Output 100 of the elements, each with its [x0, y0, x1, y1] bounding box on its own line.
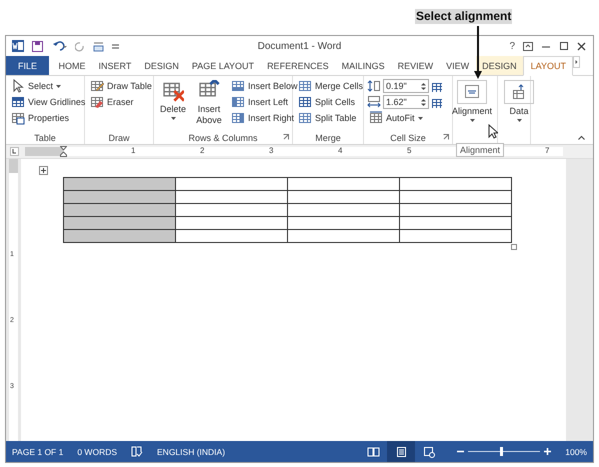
eraser-icon: [90, 95, 104, 109]
ruler-number: 3: [269, 146, 274, 155]
table-cell[interactable]: [64, 190, 176, 204]
close-icon: [577, 42, 587, 50]
window-title: Document1 - Word: [258, 40, 342, 52]
table-x-icon: [162, 80, 184, 102]
ribbon-tab[interactable]: DESIGN: [476, 56, 524, 75]
ribbon-tab[interactable]: PAGE LAYOUT: [185, 56, 261, 75]
ribbon-tab[interactable]: REFERENCES: [260, 56, 336, 75]
ribbon-button[interactable]: AutoFit: [367, 110, 449, 126]
plus-icon: [544, 448, 552, 455]
group-label: Draw: [108, 132, 130, 142]
ruler-number: 2: [200, 146, 204, 155]
view-button[interactable]: [387, 441, 416, 462]
read-mode-icon: [366, 446, 380, 458]
ribbon-tab[interactable]: DESIGN: [138, 56, 186, 75]
minus-icon: [457, 448, 464, 455]
split-cells-icon: [298, 95, 312, 109]
table-move-handle-icon: [39, 166, 48, 175]
mouse-pointer-icon: [488, 124, 498, 139]
ribbon-tab[interactable]: VIEW: [440, 56, 476, 75]
zoom-slider-thumb[interactable]: [500, 447, 503, 456]
table-cell[interactable]: [64, 178, 176, 190]
insert-left-icon: [231, 95, 246, 109]
ribbon-tab[interactable]: HOME: [52, 56, 92, 75]
ruler-number: 4: [338, 146, 342, 155]
distribute-columns-icon: [431, 96, 442, 108]
table-cell[interactable]: [288, 190, 400, 204]
table-cell[interactable]: [288, 204, 400, 216]
print-layout-icon: [394, 446, 408, 458]
ribbon-button[interactable]: Draw Table: [88, 78, 154, 94]
alignment-icon: [463, 83, 481, 101]
word-count[interactable]: 0 WORDS: [77, 446, 118, 456]
zoom-level[interactable]: 100%: [565, 446, 587, 456]
table-cell[interactable]: [176, 190, 288, 204]
tooltip: Alignment: [456, 143, 504, 157]
spin-field[interactable]: 1.62": [383, 95, 429, 109]
ribbon-button[interactable]: View Gridlines: [9, 94, 88, 110]
insert-below-icon: [231, 79, 246, 93]
row-height-icon: [367, 79, 381, 93]
page-count[interactable]: PAGE 1 OF 1: [12, 446, 64, 456]
table-cell[interactable]: [400, 216, 512, 230]
table-cell[interactable]: [288, 216, 400, 230]
insert-right-icon: [231, 111, 246, 125]
ruler-number: 5: [407, 146, 412, 155]
table-cell[interactable]: [64, 230, 176, 242]
ribbon-display-icon: [523, 42, 533, 50]
pencil-table-icon: [90, 79, 104, 93]
merge-cells-icon: [298, 79, 312, 93]
table-cell[interactable]: [400, 204, 512, 216]
table-cell[interactable]: [64, 204, 176, 216]
ribbon-button[interactable]: Data: [501, 78, 537, 126]
ribbon-button[interactable]: Insert Above: [193, 78, 226, 126]
ribbon-tab[interactable]: MAILINGS: [335, 56, 392, 75]
ribbon-tab[interactable]: INSERT: [92, 56, 138, 75]
callout-label: Select alignment: [415, 9, 512, 24]
ruler-number: 1: [131, 146, 136, 155]
table-cell[interactable]: [400, 230, 512, 242]
maximize-icon: [559, 42, 569, 50]
spinner-icon: [421, 82, 426, 90]
group-label: Merge: [315, 132, 341, 142]
customize-icon: [112, 42, 119, 50]
web-layout-icon: [422, 446, 436, 458]
collapse-ribbon-icon: [578, 135, 585, 140]
ribbon-button[interactable]: Select: [9, 78, 88, 94]
help-button[interactable]: ?: [509, 40, 515, 52]
table-resize-handle-icon: [511, 244, 517, 250]
table-cell[interactable]: [176, 178, 288, 190]
table-cell[interactable]: [400, 178, 512, 190]
ribbon-button[interactable]: Eraser: [88, 94, 154, 110]
table-properties-icon: [11, 111, 25, 125]
ruler-number: 7: [545, 146, 550, 155]
table-cell[interactable]: [288, 230, 400, 242]
proofing-icon: [131, 446, 144, 457]
table-cell[interactable]: [288, 178, 400, 190]
ribbon-button[interactable]: Properties: [9, 110, 88, 126]
ribbon-tab[interactable]: REVIEW: [391, 56, 440, 75]
ribbon-button[interactable]: Delete: [157, 78, 190, 126]
table-cell[interactable]: [176, 230, 288, 242]
redo-icon: [75, 40, 85, 52]
table-cell[interactable]: [176, 204, 288, 216]
autofit-icon: [369, 111, 383, 125]
word-logo-icon: [12, 40, 24, 52]
table-cell[interactable]: [64, 216, 176, 230]
language-indicator[interactable]: ENGLISH (INDIA): [157, 446, 226, 456]
group-label: Rows & Columns: [188, 132, 258, 142]
spin-field[interactable]: 0.19": [383, 79, 429, 93]
undo-icon: [51, 40, 67, 52]
split-table-icon: [298, 111, 312, 125]
callout-arrow: [473, 26, 483, 80]
grid-icon: [11, 95, 25, 109]
distribute-rows-icon: [431, 80, 442, 92]
file-tab[interactable]: FILE: [6, 56, 50, 75]
group-label: Cell Size: [390, 132, 426, 142]
ribbon-tab[interactable]: LAYOUT: [523, 56, 574, 76]
save-icon: [32, 40, 43, 52]
tab-selector-icon: [10, 147, 19, 156]
table-cell[interactable]: [176, 216, 288, 230]
table-cell[interactable]: [400, 190, 512, 204]
scroll-right-icon: [573, 56, 580, 68]
